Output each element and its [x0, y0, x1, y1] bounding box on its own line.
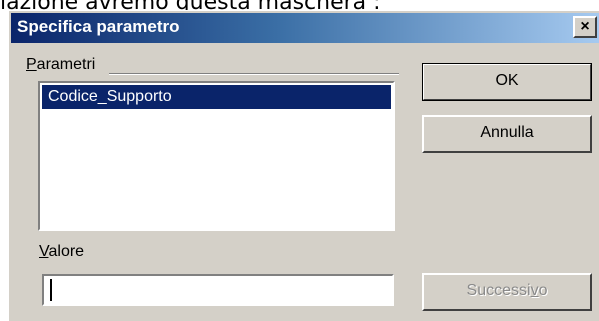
next-button[interactable]: Successivo [422, 273, 592, 311]
value-input[interactable] [42, 274, 394, 306]
parameters-label-mnemonic: P [26, 56, 37, 73]
parameters-label: Parametri [26, 56, 95, 74]
parameters-group-divider [109, 73, 399, 75]
specify-parameter-dialog: Specifica parametro × Parametri Codice_S… [8, 10, 599, 321]
cancel-button[interactable]: Annulla [422, 115, 592, 153]
title-bar[interactable]: Specifica parametro × [11, 13, 599, 43]
value-label-text: alore [48, 243, 85, 260]
next-button-text-start: Successi [466, 282, 531, 299]
close-icon: × [580, 18, 590, 35]
text-caret [50, 279, 52, 301]
value-label: Valore [39, 243, 84, 261]
parameters-label-text: arametri [36, 56, 96, 73]
close-button[interactable]: × [573, 16, 597, 38]
next-button-text-end: o [538, 282, 548, 299]
parameter-item-codice-supporto[interactable]: Codice_Supporto [42, 85, 391, 109]
ok-button[interactable]: OK [422, 63, 592, 101]
parameters-listbox[interactable]: Codice_Supporto [38, 81, 395, 231]
dialog-title: Specifica parametro [17, 17, 180, 36]
next-button-mnemonic: v [530, 282, 539, 299]
